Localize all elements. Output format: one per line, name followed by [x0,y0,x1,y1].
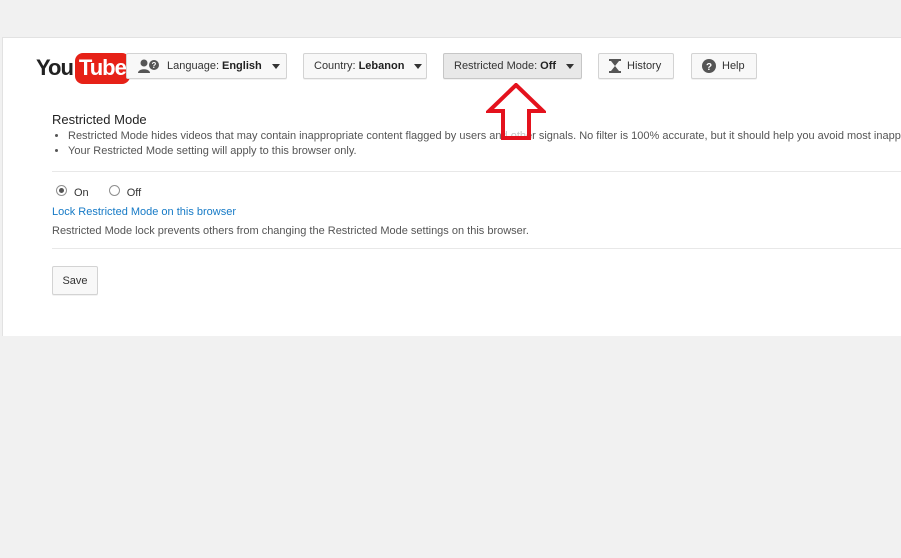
divider [52,171,901,172]
save-button[interactable]: Save [52,266,98,295]
country-value: Lebanon [358,60,405,72]
help-icon: ? [702,59,716,73]
svg-text:?: ? [706,62,712,73]
hourglass-icon [609,59,621,73]
lock-description: Restricted Mode lock prevents others fro… [52,225,529,237]
restricted-mode-title: Restricted Mode [52,112,147,127]
logo-text-tube: Tube [74,52,130,84]
chevron-down-icon [566,63,575,69]
restricted-mode-value: Off [540,60,557,72]
radio-on-label[interactable]: On [74,187,89,199]
history-label: History [627,60,662,72]
divider [52,248,901,249]
help-button[interactable]: ? Help [691,53,757,79]
history-button[interactable]: History [598,53,674,79]
country-label: Country: [314,60,356,72]
svg-text:?: ? [152,61,157,70]
info-bullet: Restricted Mode hides videos that may co… [68,129,901,144]
radio-off-label[interactable]: Off [127,187,141,199]
language-button[interactable]: ? Language: English [126,53,287,79]
restricted-mode-options: On Off [56,184,161,199]
up-arrow-annotation [486,83,546,140]
country-button[interactable]: Country: Lebanon [303,53,427,79]
chevron-down-icon [271,63,280,69]
language-value: English [222,60,262,72]
radio-on[interactable] [56,184,67,196]
info-bullet: Your Restricted Mode setting will apply … [68,144,901,159]
help-label: Help [722,60,745,72]
language-label: Language: [167,60,219,72]
radio-off[interactable] [108,184,120,196]
chevron-down-icon [414,63,423,69]
restricted-mode-label: Restricted Mode: [454,60,538,72]
language-icon: ? [137,58,161,74]
lock-restricted-mode-link[interactable]: Lock Restricted Mode on this browser [52,206,236,218]
restricted-mode-info: Restricted Mode hides videos that may co… [52,129,901,159]
youtube-logo[interactable]: You Tube [36,52,130,84]
logo-text-you: You [36,55,74,80]
restricted-mode-button[interactable]: Restricted Mode: Off [443,53,582,79]
